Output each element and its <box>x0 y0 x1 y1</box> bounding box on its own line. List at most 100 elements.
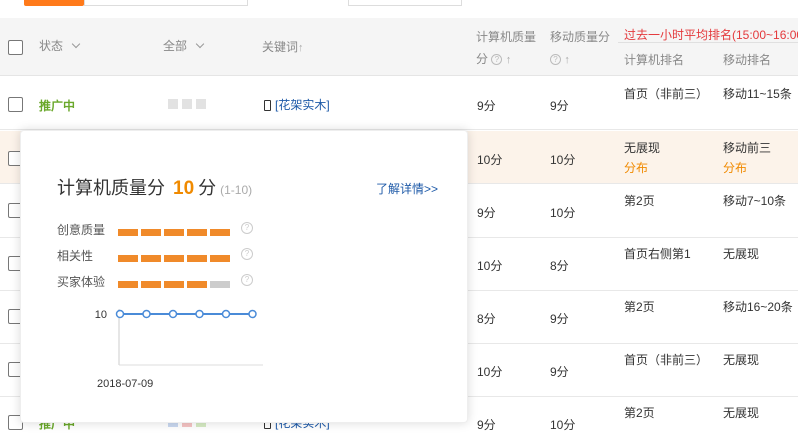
popup-score-range: (1-10) <box>220 183 253 197</box>
metric-bar-segment <box>164 229 184 236</box>
metric-bar-segment <box>187 255 207 262</box>
help-icon[interactable]: ? <box>491 54 503 66</box>
metric-bar-segment <box>210 229 230 236</box>
pc-quality-header-label: 计算机质量 <box>476 30 537 44</box>
mobile-score[interactable]: 8分 <box>550 257 569 274</box>
all-header-label: 全部 <box>163 39 188 53</box>
trend-point <box>142 309 151 319</box>
mobile-quality-sort[interactable]: 移动质量分 ? ↑ <box>550 26 610 71</box>
all-filter[interactable]: 全部 <box>163 37 205 54</box>
mobile-rank: 无展现 <box>723 406 760 420</box>
pc-rank: 首页（非前三） <box>624 353 709 367</box>
metric-label-buyer-experience: 买家体验 <box>57 275 106 289</box>
mobile-rank-header: 移动排名 <box>723 53 772 67</box>
keyword-link[interactable]: [花架实木] <box>275 98 330 112</box>
mobile-rank: 移动前三 <box>723 141 772 155</box>
status-filter[interactable]: 状态 <box>39 37 81 54</box>
metric-bar-segment <box>210 281 230 288</box>
metric-bar-segment <box>164 255 184 262</box>
sort-arrow-icon: ↑ <box>505 54 512 66</box>
mobile-score[interactable]: 10分 <box>550 151 575 168</box>
trend-point <box>168 309 178 319</box>
score-trend-chart: 10 2018-07-09 <box>95 309 263 390</box>
mobile-rank: 无展现 <box>723 247 760 261</box>
mobile-score[interactable]: 9分 <box>550 97 569 114</box>
keyword-sort[interactable]: 关键词↑ <box>262 38 304 55</box>
mobile-score[interactable]: 10分 <box>550 204 575 221</box>
metric-bar-segment <box>187 229 207 236</box>
mobile-rank: 移动16~20条 <box>723 300 793 314</box>
select-all-checkbox[interactable] <box>8 40 23 55</box>
pc-quality-header-unit: 分 <box>476 52 489 66</box>
trend-series <box>115 309 257 319</box>
mobile-quality-header-label: 移动质量分 <box>550 30 611 44</box>
pc-score[interactable]: 10分 <box>477 257 502 274</box>
metric-bar-segment <box>210 255 230 262</box>
top-tab-bar <box>0 0 798 18</box>
mobile-score[interactable]: 9分 <box>550 310 569 327</box>
popup-title: 计算机质量分 10 分 (1-10) <box>57 174 252 200</box>
pc-rank-header: 计算机排名 <box>624 53 685 67</box>
mobile-rank: 移动7~10条 <box>723 194 787 208</box>
tab[interactable] <box>84 0 248 6</box>
mobile-score[interactable]: 9分 <box>550 363 569 380</box>
masked-info <box>168 98 210 112</box>
keyword-header-label: 关键词 <box>262 40 299 54</box>
metric-bar-segment <box>141 255 161 262</box>
trend-point <box>195 309 204 319</box>
keyword-cell[interactable]: [花架实木] <box>264 96 330 113</box>
pc-rank: 第2页 <box>624 300 655 314</box>
pc-rank: 第2页 <box>624 406 655 420</box>
rank-group-header: 过去一小时平均排名(15:00~16:00) <box>624 28 798 42</box>
mobile-rank: 移动11~15条 <box>723 87 792 101</box>
pc-rank: 第2页 <box>624 194 655 208</box>
metric-bar-segment <box>187 281 207 288</box>
table-row: 推广中 [花架实木] 9分 9分 首页（非前三） 移动11~15条 <box>0 77 798 130</box>
status-header-label: 状态 <box>39 39 64 53</box>
trend-point <box>221 309 231 319</box>
popup-title-text: 计算机质量分 <box>57 178 165 198</box>
mobile-rank-distribution-link[interactable]: 分布 <box>723 159 747 176</box>
mobile-score[interactable]: 10分 <box>550 416 575 433</box>
popup-score-unit: 分 <box>198 178 217 198</box>
sort-arrow-icon: ↑ <box>564 54 570 66</box>
metric-bar-segment <box>118 255 138 262</box>
pc-score[interactable]: 9分 <box>477 204 496 221</box>
chevron-down-icon <box>195 39 205 49</box>
popup-score-value: 10 <box>173 178 195 199</box>
pc-rank: 首页（非前三） <box>624 87 709 101</box>
chevron-down-icon <box>71 39 81 49</box>
metric-label-creative: 创意质量 <box>57 223 106 237</box>
pc-quality-sort[interactable]: 计算机质量 分 ? ↑ <box>476 26 536 71</box>
row-checkbox[interactable] <box>8 97 23 112</box>
x-tick-label: 2018-07-09 <box>97 378 153 390</box>
header-divider <box>618 42 798 43</box>
trend-point <box>248 309 257 319</box>
mobile-rank: 无展现 <box>723 353 760 367</box>
quality-score-popup: 计算机质量分 10 分 (1-10) 了解详情>> 创意质量 ? 相关性 ? 买家体验… <box>20 130 468 423</box>
pc-score[interactable]: 8分 <box>477 310 496 327</box>
help-icon[interactable]: ? <box>550 54 561 66</box>
pc-rank-distribution-link[interactable]: 分布 <box>624 159 648 176</box>
pc-score[interactable]: 9分 <box>477 97 496 114</box>
metric-label-relevance: 相关性 <box>57 249 94 263</box>
table-header: 状态 全部 关键词↑ 计算机质量 分 ? ↑ 移动质量分 ? ↑ 过去一小时平均… <box>0 18 798 76</box>
pc-score[interactable]: 10分 <box>477 151 502 168</box>
pc-score[interactable]: 9分 <box>477 416 496 433</box>
y-tick-label: 10 <box>95 309 107 321</box>
active-tab[interactable] <box>24 0 84 6</box>
metric-bar-segment <box>141 229 161 236</box>
trend-point <box>115 309 125 319</box>
learn-more-link[interactable]: 了解详情>> <box>376 180 438 197</box>
mobile-device-icon <box>264 100 271 112</box>
help-icon[interactable]: ? <box>241 248 253 260</box>
tab[interactable] <box>348 0 462 6</box>
metric-bar-segment <box>118 281 138 288</box>
metric-bar-segment <box>141 281 161 288</box>
pc-score[interactable]: 10分 <box>477 363 502 380</box>
sort-arrow-icon: ↑ <box>298 42 304 54</box>
pc-rank: 首页右侧第1 <box>624 247 691 261</box>
help-icon[interactable]: ? <box>241 274 253 286</box>
pc-rank: 无展现 <box>624 141 661 155</box>
help-icon[interactable]: ? <box>241 222 253 234</box>
